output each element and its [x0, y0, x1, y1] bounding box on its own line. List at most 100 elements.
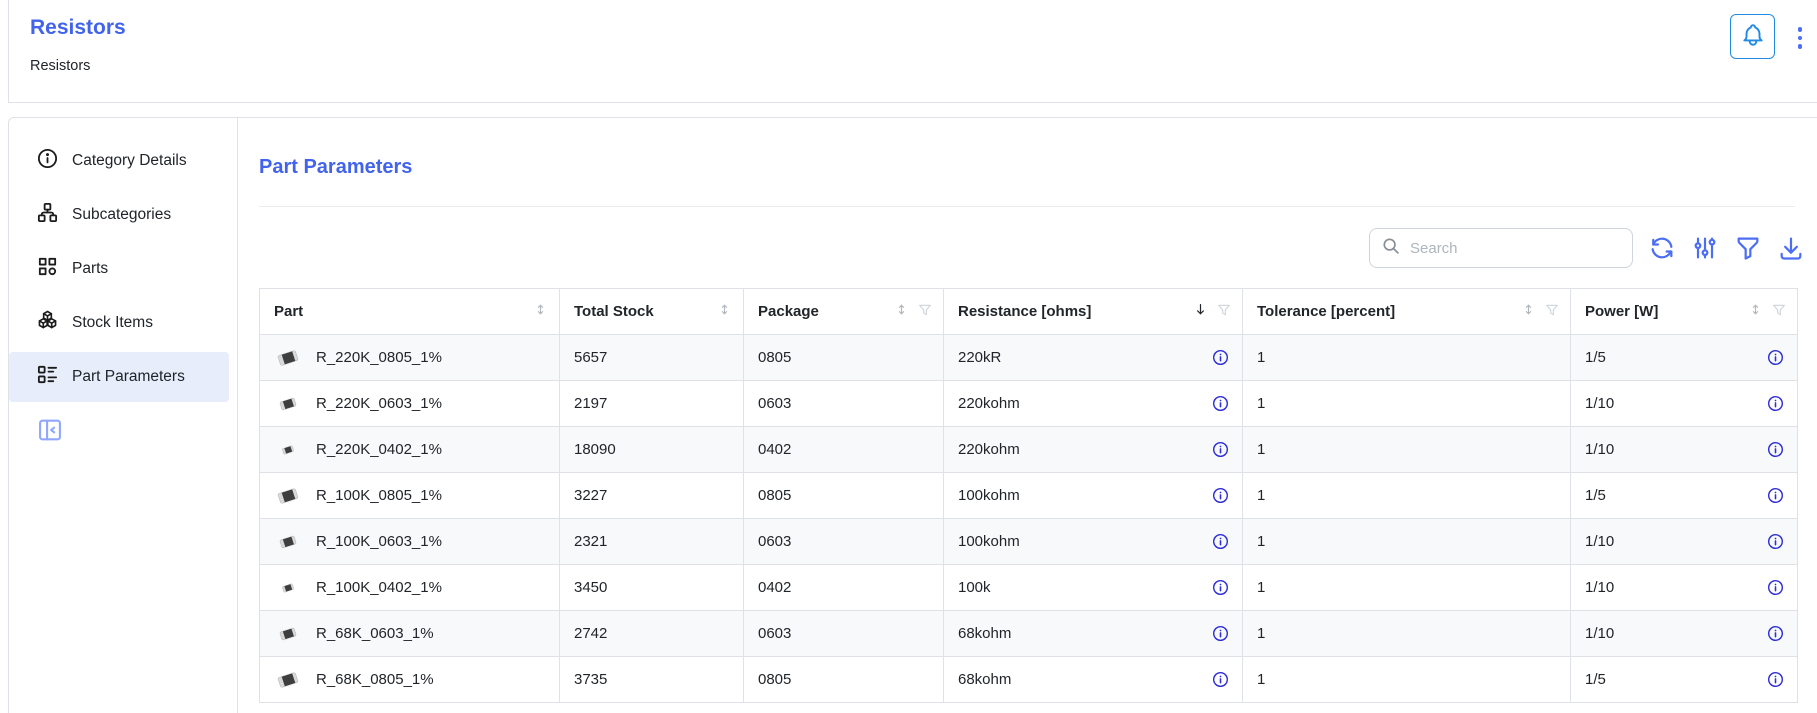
breadcrumb[interactable]: Resistors [30, 58, 90, 74]
tolerance-value: 1 [1257, 625, 1265, 642]
column-filter-icon[interactable] [1544, 302, 1560, 322]
notifications-button[interactable] [1730, 14, 1775, 59]
panel-title: Part Parameters [259, 156, 412, 179]
table-row[interactable]: R_220K_0805_1%56570805220kR11/5 [260, 335, 1798, 381]
table-row[interactable]: R_68K_0603_1%2742060368kohm11/10 [260, 611, 1798, 657]
table-row[interactable]: R_220K_0402_1%180900402220kohm11/10 [260, 427, 1798, 473]
resistance-info-icon[interactable] [1211, 440, 1230, 459]
part-name[interactable]: R_68K_0805_1% [316, 671, 434, 688]
sidebar-item-subcategories[interactable]: Subcategories [9, 190, 229, 240]
column-header-tolerance-percent[interactable]: Tolerance [percent] [1243, 289, 1571, 335]
power-info-icon[interactable] [1766, 578, 1785, 597]
sidebar-item-label: Category Details [72, 152, 187, 170]
part-name[interactable]: R_100K_0603_1% [316, 533, 442, 550]
search-input[interactable] [1410, 240, 1622, 257]
sidebar-item-stock-items[interactable]: Stock Items [9, 298, 229, 348]
column-filter-icon[interactable] [917, 302, 933, 322]
table-row[interactable]: R_68K_0805_1%3735080568kohm11/5 [260, 657, 1798, 703]
column-header-label: Part [274, 303, 303, 320]
tolerance-value: 1 [1257, 349, 1265, 366]
resistance-value: 220kR [958, 349, 1001, 366]
table-row[interactable]: R_100K_0603_1%23210603100kohm11/10 [260, 519, 1798, 565]
sort-neutral-icon[interactable] [532, 301, 549, 322]
sort-neutral-icon[interactable] [893, 301, 910, 322]
smd-resistor-chip-thumbnail [274, 393, 302, 415]
resistance-info-icon[interactable] [1211, 532, 1230, 551]
power-info-icon[interactable] [1766, 532, 1785, 551]
power-info-icon[interactable] [1766, 440, 1785, 459]
part-name[interactable]: R_220K_0805_1% [316, 349, 442, 366]
power-info-icon[interactable] [1766, 670, 1785, 689]
tolerance-value: 1 [1257, 533, 1265, 550]
adjustments-icon[interactable] [1691, 234, 1719, 262]
column-filter-icon[interactable] [1771, 302, 1787, 322]
content-area: Part Parameters [239, 118, 1817, 713]
resistance-info-icon[interactable] [1211, 670, 1230, 689]
power-info-icon[interactable] [1766, 624, 1785, 643]
column-header-label: Total Stock [574, 303, 654, 320]
table-row[interactable]: R_100K_0805_1%32270805100kohm11/5 [260, 473, 1798, 519]
filter-icon[interactable] [1734, 234, 1762, 262]
smd-resistor-chip-thumbnail [274, 623, 302, 645]
power-value: 1/10 [1585, 625, 1614, 642]
sort-desc-icon[interactable] [1192, 301, 1209, 322]
part-name[interactable]: R_100K_0402_1% [316, 579, 442, 596]
package-value: 0603 [758, 625, 791, 642]
sort-neutral-icon[interactable] [1520, 301, 1537, 322]
column-header-resistance-ohms[interactable]: Resistance [ohms] [944, 289, 1243, 335]
dots-menu-icon[interactable] [1798, 27, 1803, 49]
part-name[interactable]: R_100K_0805_1% [316, 487, 442, 504]
sidebar-item-category-details[interactable]: Category Details [9, 136, 229, 186]
column-header-label: Power [W] [1585, 303, 1658, 320]
sort-neutral-icon[interactable] [716, 301, 733, 322]
tolerance-value: 1 [1257, 441, 1265, 458]
resistance-info-icon[interactable] [1211, 394, 1230, 413]
tolerance-value: 1 [1257, 395, 1265, 412]
power-info-icon[interactable] [1766, 486, 1785, 505]
power-value: 1/10 [1585, 395, 1614, 412]
sort-neutral-icon[interactable] [1747, 301, 1764, 322]
package-value: 0603 [758, 395, 791, 412]
resistance-info-icon[interactable] [1211, 348, 1230, 367]
total-stock-value: 2321 [574, 533, 607, 550]
table-row[interactable]: R_220K_0603_1%21970603220kohm11/10 [260, 381, 1798, 427]
search-icon [1380, 235, 1402, 262]
resistance-info-icon[interactable] [1211, 578, 1230, 597]
sidebar-item-label: Stock Items [72, 314, 153, 332]
resistance-value: 100k [958, 579, 991, 596]
power-value: 1/10 [1585, 533, 1614, 550]
part-name[interactable]: R_220K_0402_1% [316, 441, 442, 458]
sidebar-item-part-parameters[interactable]: Part Parameters [9, 352, 229, 402]
table-toolbar [1369, 228, 1805, 268]
page-header: Resistors Resistors [8, 0, 1817, 103]
column-header-package[interactable]: Package [744, 289, 944, 335]
tolerance-value: 1 [1257, 579, 1265, 596]
part-name[interactable]: R_220K_0603_1% [316, 395, 442, 412]
column-header-label: Resistance [ohms] [958, 303, 1091, 320]
smd-resistor-chip-thumbnail [274, 669, 302, 691]
resistance-info-icon[interactable] [1211, 486, 1230, 505]
refresh-icon[interactable] [1648, 234, 1676, 262]
power-info-icon[interactable] [1766, 394, 1785, 413]
package-value: 0805 [758, 671, 791, 688]
table-row[interactable]: R_100K_0402_1%34500402100k11/10 [260, 565, 1798, 611]
resistance-value: 68kohm [958, 671, 1011, 688]
sidebar-collapse-icon[interactable] [36, 416, 64, 447]
column-header-label: Tolerance [percent] [1257, 303, 1395, 320]
column-header-total-stock[interactable]: Total Stock [560, 289, 744, 335]
search-box [1369, 228, 1633, 268]
sidebar-item-parts[interactable]: Parts [9, 244, 229, 294]
sidebar-item-label: Subcategories [72, 206, 171, 224]
total-stock-value: 5657 [574, 349, 607, 366]
package-value: 0805 [758, 487, 791, 504]
column-header-power-w[interactable]: Power [W] [1571, 289, 1798, 335]
column-header-part[interactable]: Part [260, 289, 560, 335]
download-icon[interactable] [1777, 234, 1805, 262]
power-value: 1/5 [1585, 349, 1606, 366]
main-panel: Category Details Subcategories Parts Stock … [8, 117, 1817, 713]
power-info-icon[interactable] [1766, 348, 1785, 367]
resistance-info-icon[interactable] [1211, 624, 1230, 643]
power-value: 1/5 [1585, 487, 1606, 504]
part-name[interactable]: R_68K_0603_1% [316, 625, 434, 642]
column-filter-icon[interactable] [1216, 302, 1232, 322]
